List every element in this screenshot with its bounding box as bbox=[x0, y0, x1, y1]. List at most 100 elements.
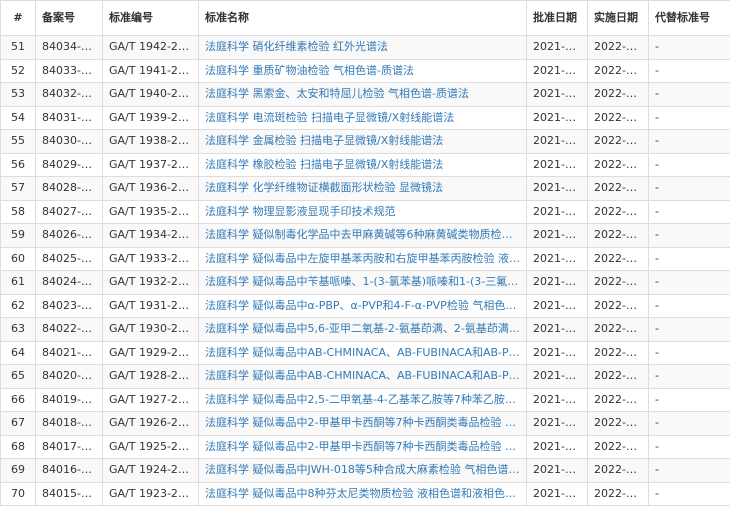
approve-date: 2021-10-14 bbox=[527, 294, 588, 318]
standard-name-link[interactable]: 法庭科学 疑似毒品中AB-CHMINACA、AB-FUBINACA和AB-PIN… bbox=[199, 365, 527, 389]
row-index: 52 bbox=[1, 59, 36, 83]
standard-code: GA/T 1931-2021 bbox=[103, 294, 199, 318]
approve-date: 2021-10-14 bbox=[527, 153, 588, 177]
standard-name-link[interactable]: 法庭科学 电流斑检验 扫描电子显微镜/X射线能谱法 bbox=[199, 106, 527, 130]
implement-date: 2022-05-01 bbox=[588, 59, 649, 83]
replaced-standard: - bbox=[649, 459, 730, 483]
standard-code: GA/T 1936-2021 bbox=[103, 177, 199, 201]
row-index: 55 bbox=[1, 130, 36, 154]
record-number: 84016-2021 bbox=[36, 459, 103, 483]
approve-date: 2021-10-14 bbox=[527, 459, 588, 483]
replaced-standard: - bbox=[649, 247, 730, 271]
table-row: 5384032-2021GA/T 1940-2021法庭科学 黑索金、太安和特屈… bbox=[1, 83, 730, 107]
approve-date: 2021-10-14 bbox=[527, 177, 588, 201]
standard-name-link[interactable]: 法庭科学 疑似毒品中JWH-018等5种合成大麻素检验 气相色谱-质谱法 bbox=[199, 459, 527, 483]
row-index: 66 bbox=[1, 388, 36, 412]
approve-date: 2021-10-14 bbox=[527, 59, 588, 83]
standard-name-link[interactable]: 法庭科学 黑索金、太安和特屈儿检验 气相色谱-质谱法 bbox=[199, 83, 527, 107]
approve-date: 2021-10-14 bbox=[527, 388, 588, 412]
standard-code: GA/T 1925-2021 bbox=[103, 435, 199, 459]
replaced-standard: - bbox=[649, 177, 730, 201]
implement-date: 2022-05-01 bbox=[588, 106, 649, 130]
implement-date: 2022-05-01 bbox=[588, 388, 649, 412]
replaced-standard: - bbox=[649, 341, 730, 365]
approve-date: 2021-10-14 bbox=[527, 36, 588, 60]
table-row: 5284033-2021GA/T 1941-2021法庭科学 重质矿物油检验 气… bbox=[1, 59, 730, 83]
replaced-standard: - bbox=[649, 224, 730, 248]
replaced-standard: - bbox=[649, 153, 730, 177]
table-row: 6584020-2021GA/T 1928-2021法庭科学 疑似毒品中AB-C… bbox=[1, 365, 730, 389]
table-row: 6884017-2021GA/T 1925-2021法庭科学 疑似毒品中2-甲基… bbox=[1, 435, 730, 459]
implement-date: 2022-05-01 bbox=[588, 294, 649, 318]
replaced-standard: - bbox=[649, 294, 730, 318]
standard-name-link[interactable]: 法庭科学 疑似毒品中8种芬太尼类物质检验 液相色谱和液相色谱-质谱法 bbox=[199, 482, 527, 506]
standard-name-link[interactable]: 法庭科学 金属检验 扫描电子显微镜/X射线能谱法 bbox=[199, 130, 527, 154]
standard-name-link[interactable]: 法庭科学 橡胶检验 扫描电子显微镜/X射线能谱法 bbox=[199, 153, 527, 177]
standard-name-link[interactable]: 法庭科学 硝化纤维素检验 红外光谱法 bbox=[199, 36, 527, 60]
standard-name-link[interactable]: 法庭科学 疑似毒品中α-PBP、α-PVP和4-F-α-PVP检验 气相色谱和气… bbox=[199, 294, 527, 318]
replaced-standard: - bbox=[649, 365, 730, 389]
implement-date: 2022-05-01 bbox=[588, 482, 649, 506]
implement-date: 2022-05-01 bbox=[588, 83, 649, 107]
standard-name-link[interactable]: 法庭科学 化学纤维物证横截面形状检验 显微镜法 bbox=[199, 177, 527, 201]
record-number: 84030-2021 bbox=[36, 130, 103, 154]
standard-code: GA/T 1924-2021 bbox=[103, 459, 199, 483]
standard-name-link[interactable]: 法庭科学 重质矿物油检验 气相色谱-质谱法 bbox=[199, 59, 527, 83]
approve-date: 2021-10-14 bbox=[527, 130, 588, 154]
row-index: 61 bbox=[1, 271, 36, 295]
col-header-standard-name: 标准名称 bbox=[199, 1, 527, 36]
record-number: 84026-2021 bbox=[36, 224, 103, 248]
standard-name-link[interactable]: 法庭科学 疑似毒品中AB-CHMINACA、AB-FUBINACA和AB-PIN… bbox=[199, 341, 527, 365]
standard-name-link[interactable]: 法庭科学 疑似毒品中左旋甲基苯丙胺和右旋甲基苯丙胺检验 液相色谱法 bbox=[199, 247, 527, 271]
table-row: 5784028-2021GA/T 1936-2021法庭科学 化学纤维物证横截面… bbox=[1, 177, 730, 201]
col-header-implement-date: 实施日期 bbox=[588, 1, 649, 36]
replaced-standard: - bbox=[649, 435, 730, 459]
record-number: 84019-2021 bbox=[36, 388, 103, 412]
record-number: 84029-2021 bbox=[36, 153, 103, 177]
row-index: 58 bbox=[1, 200, 36, 224]
record-number: 84032-2021 bbox=[36, 83, 103, 107]
col-header-approve-date: 批准日期 bbox=[527, 1, 588, 36]
replaced-standard: - bbox=[649, 318, 730, 342]
standard-name-link[interactable]: 法庭科学 疑似制毒化学品中去甲麻黄碱等6种麻黄碱类物质检验 气相色谱-质谱法 bbox=[199, 224, 527, 248]
record-number: 84018-2021 bbox=[36, 412, 103, 436]
standard-code: GA/T 1934-2021 bbox=[103, 224, 199, 248]
row-index: 59 bbox=[1, 224, 36, 248]
record-number: 84015-2021 bbox=[36, 482, 103, 506]
replaced-standard: - bbox=[649, 200, 730, 224]
approve-date: 2021-10-14 bbox=[527, 224, 588, 248]
table-row: 5984026-2021GA/T 1934-2021法庭科学 疑似制毒化学品中去… bbox=[1, 224, 730, 248]
implement-date: 2022-05-01 bbox=[588, 341, 649, 365]
implement-date: 2022-05-01 bbox=[588, 36, 649, 60]
standard-name-link[interactable]: 法庭科学 物理显影液显现手印技术规范 bbox=[199, 200, 527, 224]
approve-date: 2021-10-14 bbox=[527, 318, 588, 342]
standard-code: GA/T 1940-2021 bbox=[103, 83, 199, 107]
standard-code: GA/T 1939-2021 bbox=[103, 106, 199, 130]
table-row: 5484031-2021GA/T 1939-2021法庭科学 电流斑检验 扫描电… bbox=[1, 106, 730, 130]
row-index: 64 bbox=[1, 341, 36, 365]
standard-code: GA/T 1942-2021 bbox=[103, 36, 199, 60]
standard-name-link[interactable]: 法庭科学 疑似毒品中2-甲基甲卡西酮等7种卡西酮类毒品检验 液相色谱-质谱法 bbox=[199, 412, 527, 436]
record-number: 84028-2021 bbox=[36, 177, 103, 201]
approve-date: 2021-10-14 bbox=[527, 200, 588, 224]
col-header-standard-code: 标准编号 bbox=[103, 1, 199, 36]
implement-date: 2022-05-01 bbox=[588, 435, 649, 459]
col-header-record-number: 备案号 bbox=[36, 1, 103, 36]
record-number: 84023-2021 bbox=[36, 294, 103, 318]
table-header-row: # 备案号 标准编号 标准名称 批准日期 实施日期 代替标准号 bbox=[1, 1, 730, 36]
row-index: 62 bbox=[1, 294, 36, 318]
standard-code: GA/T 1928-2021 bbox=[103, 365, 199, 389]
replaced-standard: - bbox=[649, 271, 730, 295]
table-row: 6684019-2021GA/T 1927-2021法庭科学 疑似毒品中2,5-… bbox=[1, 388, 730, 412]
standard-name-link[interactable]: 法庭科学 疑似毒品中2,5-二甲氧基-4-乙基苯乙胺等7种苯乙胺类毒品检验 bbox=[199, 388, 527, 412]
row-index: 57 bbox=[1, 177, 36, 201]
standard-name-link[interactable]: 法庭科学 疑似毒品中2-甲基甲卡西酮等7种卡西酮类毒品检验 气相色谱-质谱法 bbox=[199, 435, 527, 459]
row-index: 54 bbox=[1, 106, 36, 130]
approve-date: 2021-10-14 bbox=[527, 412, 588, 436]
standard-code: GA/T 1926-2021 bbox=[103, 412, 199, 436]
standard-code: GA/T 1930-2021 bbox=[103, 318, 199, 342]
standard-name-link[interactable]: 法庭科学 疑似毒品中5,6-亚甲二氧基-2-氨基茚满、2-氨基茚满和乙基苯丙胺检… bbox=[199, 318, 527, 342]
implement-date: 2022-05-01 bbox=[588, 177, 649, 201]
standard-name-link[interactable]: 法庭科学 疑似毒品中苄基哌嗪、1-(3-氯苯基)哌嗪和1-(3-三氟甲基苯基)哌… bbox=[199, 271, 527, 295]
row-index: 63 bbox=[1, 318, 36, 342]
